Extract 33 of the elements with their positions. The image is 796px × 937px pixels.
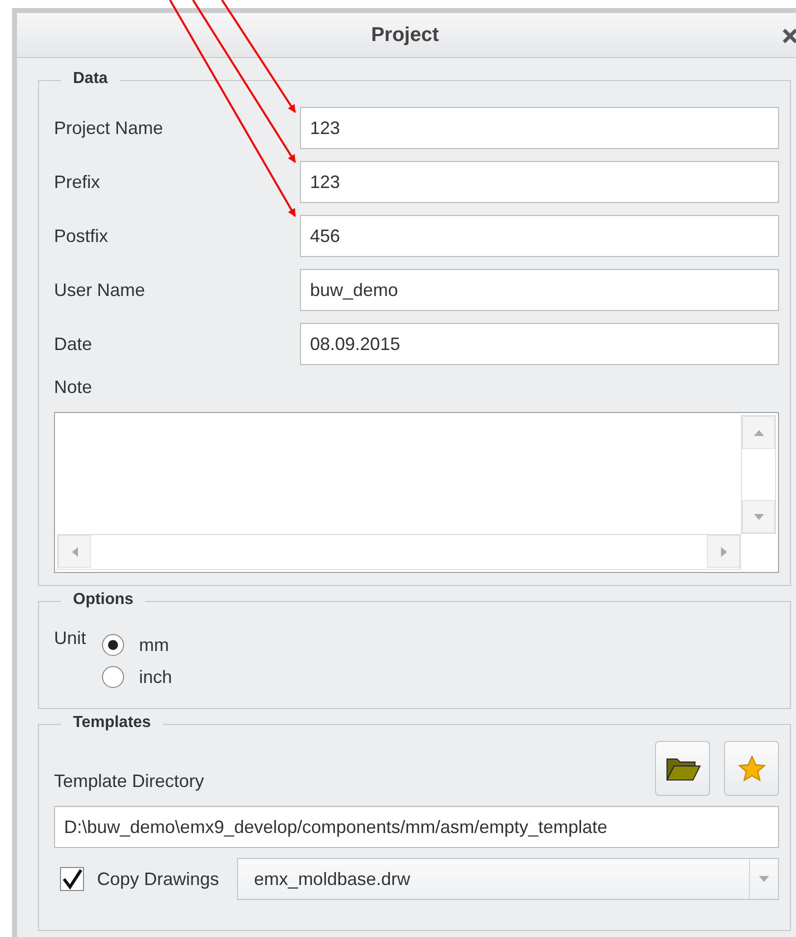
checkbox[interactable] <box>60 867 84 891</box>
horizontal-scrollbar[interactable] <box>57 534 741 570</box>
drawing-dropdown[interactable]: emx_moldbase.drw <box>237 858 779 900</box>
field-label: Note <box>54 377 94 398</box>
field-label: Unit <box>54 628 86 650</box>
input-field[interactable]: D:\buw_demo\emx9_develop/components/mm/asm/empty_template <box>54 806 779 848</box>
radio-label: inch <box>139 666 172 688</box>
vertical-scrollbar[interactable] <box>741 415 776 534</box>
input-field[interactable]: 123 <box>300 107 779 149</box>
field-label: Prefix <box>54 172 102 192</box>
note-field[interactable] <box>54 412 779 573</box>
checkbox-label: Copy Drawings <box>97 868 220 890</box>
radio-label: mm <box>139 634 170 656</box>
window-title: Project <box>371 24 439 46</box>
field-label: User Name <box>54 280 146 300</box>
field-label: Postfix <box>54 226 110 246</box>
input-field[interactable]: 123 <box>300 161 779 203</box>
field-label: Project Name <box>54 118 164 138</box>
field-label: Date <box>54 334 94 354</box>
favorite-button[interactable] <box>724 741 779 796</box>
folder-icon <box>664 756 700 782</box>
field-label: Template Directory <box>54 771 206 792</box>
star-icon <box>736 754 766 784</box>
group-title: Templates <box>61 714 163 732</box>
input-field[interactable]: 456 <box>300 215 779 257</box>
check-icon <box>61 868 83 890</box>
group-title: Options <box>61 591 146 609</box>
radio-button[interactable] <box>102 634 124 656</box>
input-field[interactable]: buw_demo <box>300 269 779 311</box>
input-field[interactable]: 08.09.2015 <box>300 323 779 365</box>
folder-button[interactable] <box>655 741 710 796</box>
close-icon[interactable] <box>782 28 796 44</box>
radio-button[interactable] <box>102 666 124 688</box>
